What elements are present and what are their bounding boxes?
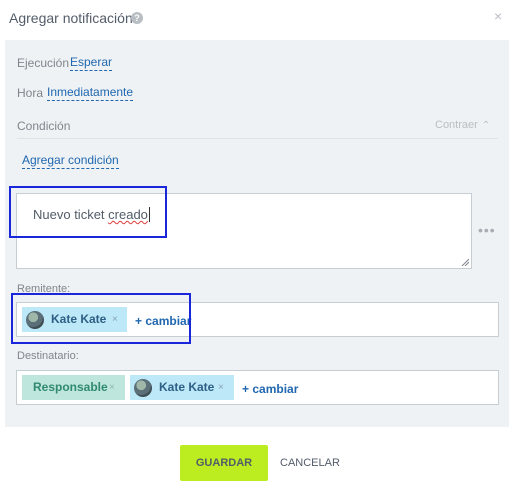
add-condition-link[interactable]: Agregar condición xyxy=(22,153,119,169)
recipient-tag-user: Kate Kate × xyxy=(130,375,234,400)
add-notification-dialog: Agregar notificación ? × Ejecución Esper… xyxy=(0,0,512,492)
time-label: Hora xyxy=(17,86,44,100)
remove-sender-icon[interactable]: × xyxy=(112,307,118,332)
time-value-link[interactable]: Inmediatamente xyxy=(47,85,134,101)
execution-label: Ejecución xyxy=(17,56,70,70)
message-text-plain: Nuevo ticket xyxy=(33,207,109,222)
message-textarea[interactable]: Nuevo ticket creado xyxy=(16,193,472,269)
recipient-label: Destinatario: xyxy=(17,350,79,362)
sender-tag-label: Kate Kate xyxy=(51,312,107,326)
text-cursor xyxy=(148,207,150,222)
recipient-tag-role: Responsable × xyxy=(22,375,125,400)
sender-label: Remitente: xyxy=(17,283,71,295)
collapse-label: Contraer xyxy=(435,119,478,131)
chevron-up-icon: ⌃ xyxy=(481,120,491,131)
user-avatar-icon xyxy=(134,379,152,397)
user-avatar-icon xyxy=(26,311,44,329)
remove-recipient-role-icon[interactable]: × xyxy=(109,375,115,400)
more-options-icon[interactable]: ••• xyxy=(478,222,496,238)
change-sender-link[interactable]: + cambiar xyxy=(135,314,191,328)
collapse-link[interactable]: Contraer ⌃ xyxy=(435,119,490,131)
recipient-tag-role-label: Responsable xyxy=(33,380,108,394)
question-circle-icon[interactable]: ? xyxy=(131,12,143,24)
cancel-button[interactable]: CANCELAR xyxy=(280,445,340,481)
message-text-misspelled: creado xyxy=(108,207,148,222)
message-text: Nuevo ticket creado xyxy=(33,207,150,222)
execution-value-link[interactable]: Esperar xyxy=(70,55,113,71)
divider xyxy=(17,138,498,139)
dialog-title: Agregar notificación xyxy=(9,10,133,26)
remove-recipient-user-icon[interactable]: × xyxy=(218,375,224,400)
recipient-tag-user-label: Kate Kate xyxy=(159,380,215,394)
recipient-field[interactable]: Responsable × Kate Kate × + cambiar xyxy=(16,370,499,405)
condition-label: Condición xyxy=(17,119,71,133)
sender-field[interactable]: Kate Kate × + cambiar xyxy=(16,302,499,337)
resize-grip-icon[interactable] xyxy=(461,258,469,266)
sender-tag: Kate Kate × xyxy=(22,307,127,332)
close-icon[interactable]: × xyxy=(494,8,502,24)
change-recipient-link[interactable]: + cambiar xyxy=(242,382,298,396)
save-button[interactable]: GUARDAR xyxy=(180,445,268,481)
